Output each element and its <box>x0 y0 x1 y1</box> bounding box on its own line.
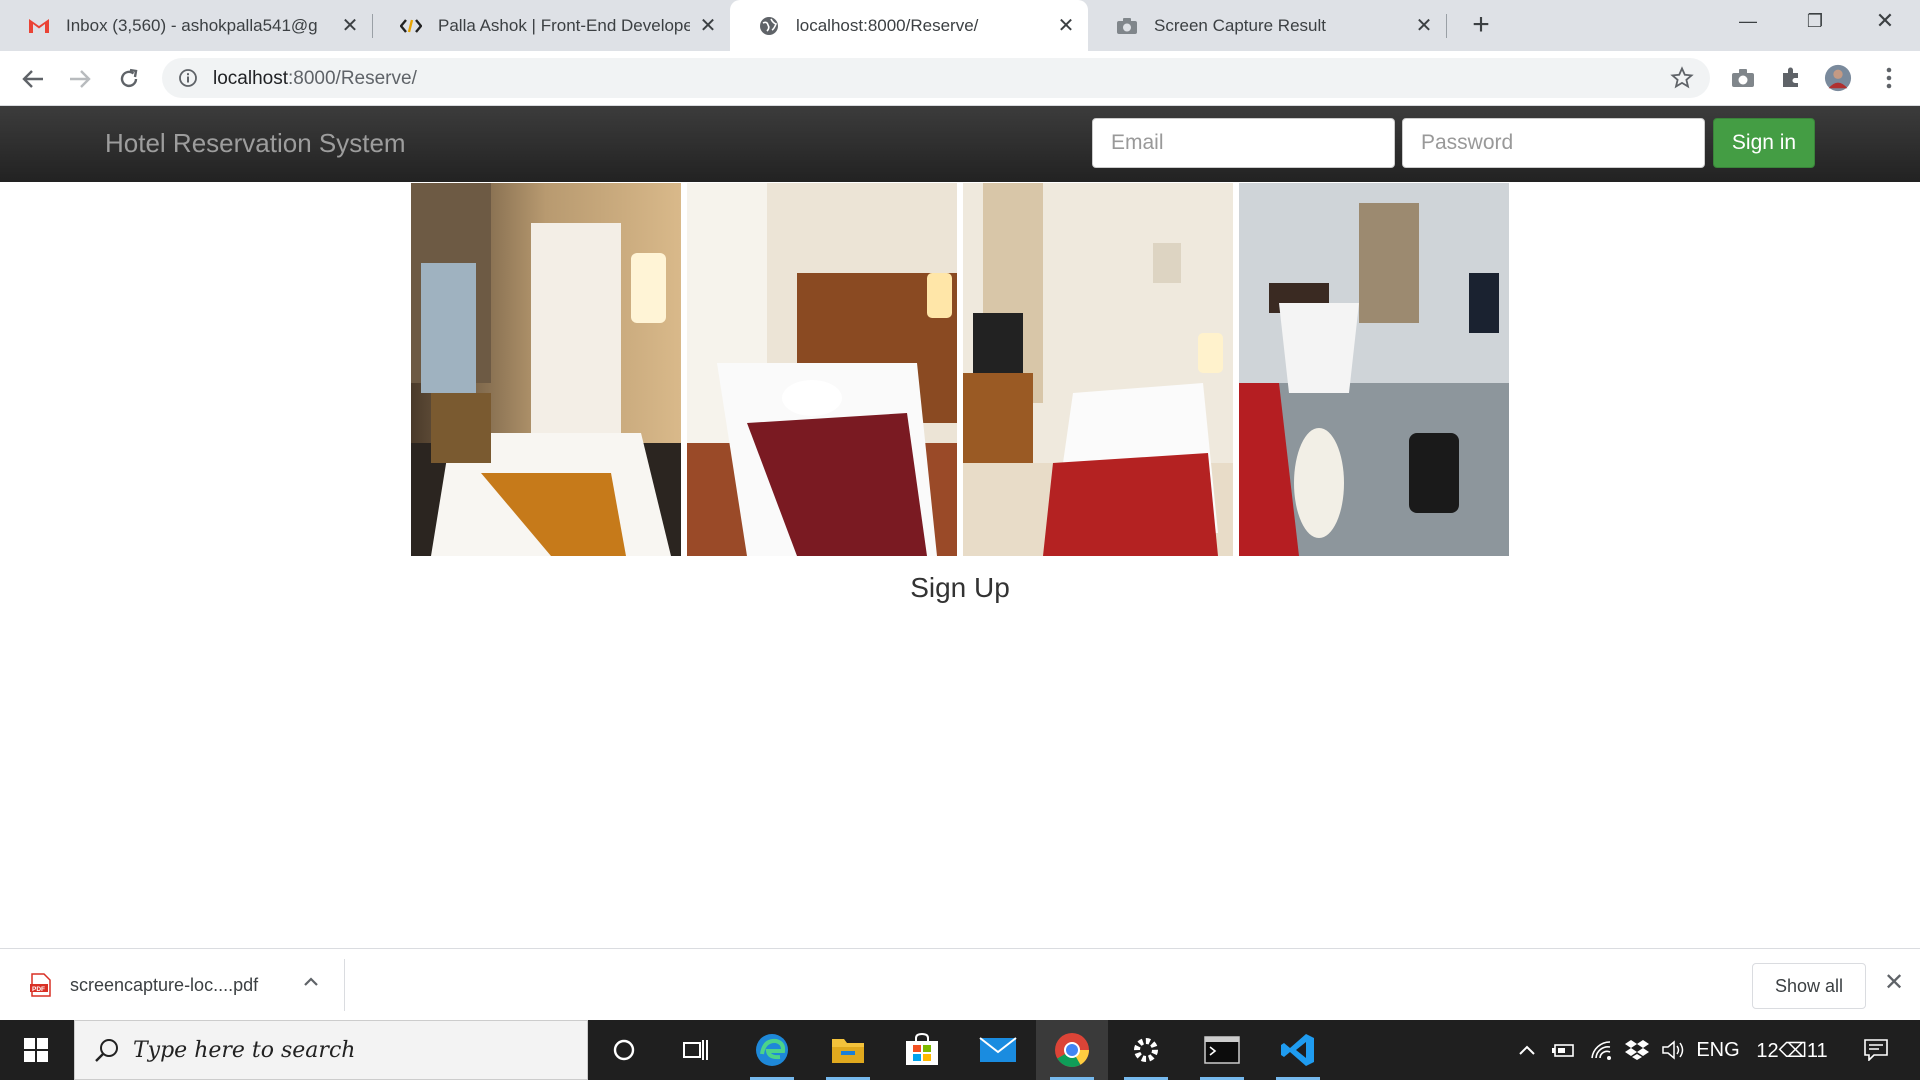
task-view-button[interactable] <box>660 1020 732 1080</box>
hotel-room-photo <box>963 183 1233 556</box>
store-icon <box>906 1033 938 1065</box>
hotel-room-photo <box>411 183 681 556</box>
taskbar-settings[interactable] <box>1110 1020 1182 1080</box>
system-clock[interactable]: 12⌫11 <box>1752 1020 1832 1080</box>
reload-icon <box>120 68 138 88</box>
download-file-name: screencapture-loc....pdf <box>70 974 259 995</box>
windows-taskbar: Type here to search ENG 12⌫11 <box>0 1020 1920 1080</box>
hotel-room-photo <box>687 183 957 556</box>
url-path: :8000/Reserve/ <box>288 68 417 89</box>
url-text[interactable]: localhost:8000/Reserve/ <box>213 68 417 90</box>
download-shelf: PDF screencapture-loc....pdf Show all ✕ <box>0 948 1920 1020</box>
reload-button[interactable] <box>113 63 145 95</box>
taskbar-vscode[interactable] <box>1262 1020 1334 1080</box>
chrome-icon <box>1055 1033 1089 1067</box>
tab-title: Inbox (3,560) - ashokpalla541@g <box>66 15 318 35</box>
sign-up-heading[interactable]: Sign Up <box>0 572 1920 604</box>
cortana-button[interactable] <box>588 1020 660 1080</box>
taskbar-edge[interactable] <box>736 1020 808 1080</box>
gmail-icon <box>28 15 50 37</box>
start-button[interactable] <box>0 1020 72 1080</box>
taskbar-mail[interactable] <box>962 1020 1034 1080</box>
windows-logo-icon <box>24 1038 48 1062</box>
vscode-icon <box>1281 1034 1314 1066</box>
language-indicator[interactable]: ENG <box>1694 1020 1742 1080</box>
email-field[interactable] <box>1092 118 1395 168</box>
folder-icon <box>832 1039 864 1063</box>
taskbar-terminal[interactable] <box>1186 1020 1258 1080</box>
notification-center-icon[interactable] <box>1856 1020 1896 1080</box>
close-icon[interactable]: ✕ <box>340 16 360 36</box>
wifi-icon[interactable] <box>1586 1020 1616 1080</box>
taskbar-store[interactable] <box>886 1020 958 1080</box>
bookmark-star-icon[interactable] <box>1670 66 1694 90</box>
browser-tab-strip: Inbox (3,560) - ashokpalla541@g ✕ Palla … <box>0 0 1920 51</box>
chevron-up-icon <box>1519 1045 1535 1055</box>
tab-reserve[interactable]: localhost:8000/Reserve/ ✕ <box>730 0 1088 51</box>
taskbar-search-box[interactable]: Type here to search <box>74 1020 588 1080</box>
chevron-up-icon[interactable] <box>300 971 322 993</box>
close-icon[interactable]: ✕ <box>1414 16 1434 36</box>
new-tab-button[interactable]: + <box>1466 10 1496 40</box>
volume-icon[interactable] <box>1658 1020 1688 1080</box>
close-icon[interactable]: ✕ <box>1056 16 1076 36</box>
site-navbar: Hotel Reservation System Sign in <box>0 106 1920 182</box>
hotel-room-photo <box>1239 183 1509 556</box>
close-window-button[interactable]: ✕ <box>1862 6 1908 36</box>
show-hidden-icons-chevron[interactable] <box>1512 1020 1542 1080</box>
gear-icon <box>1134 1038 1158 1062</box>
back-arrow-icon <box>22 70 43 88</box>
address-bar[interactable]: localhost:8000/Reserve/ <box>162 58 1710 98</box>
search-icon <box>95 1039 118 1062</box>
close-icon[interactable]: ✕ <box>698 16 718 36</box>
profile-avatar[interactable] <box>1824 64 1852 92</box>
pdf-file-icon: PDF <box>30 973 51 997</box>
dropbox-icon[interactable] <box>1622 1020 1652 1080</box>
camera-icon <box>1116 15 1138 37</box>
close-shelf-icon[interactable]: ✕ <box>1882 971 1906 995</box>
brand-title[interactable]: Hotel Reservation System <box>105 128 406 159</box>
edge-icon <box>756 1034 788 1066</box>
screenshot-extension-icon[interactable] <box>1729 64 1757 92</box>
minimize-button[interactable]: — <box>1725 6 1771 36</box>
forward-arrow-icon <box>70 70 91 88</box>
tab-title: localhost:8000/Reserve/ <box>796 15 979 35</box>
battery-icon[interactable] <box>1548 1020 1578 1080</box>
mail-icon <box>979 1037 1017 1062</box>
tab-inbox[interactable]: Inbox (3,560) - ashokpalla541@g ✕ <box>0 0 372 51</box>
info-icon[interactable] <box>178 68 198 88</box>
sign-in-button[interactable]: Sign in <box>1713 118 1815 168</box>
password-field[interactable] <box>1402 118 1705 168</box>
show-all-button[interactable]: Show all <box>1752 963 1866 1009</box>
code-icon <box>400 15 422 37</box>
taskbar-chrome[interactable] <box>1036 1020 1108 1080</box>
tab-divider <box>1446 14 1447 38</box>
terminal-icon <box>1204 1036 1240 1064</box>
back-button[interactable] <box>17 63 49 95</box>
forward-button[interactable] <box>64 63 96 95</box>
menu-kebab-icon[interactable] <box>1875 64 1903 92</box>
restore-button[interactable]: ❐ <box>1792 6 1838 36</box>
tab-screen-capture[interactable]: Screen Capture Result ✕ <box>1088 0 1446 51</box>
tab-portfolio[interactable]: Palla Ashok | Front-End Develope ✕ <box>372 0 730 51</box>
download-item[interactable]: PDF screencapture-loc....pdf <box>30 973 258 997</box>
shelf-divider <box>344 959 345 1011</box>
extensions-puzzle-icon[interactable] <box>1777 64 1805 92</box>
tab-title: Screen Capture Result <box>1154 15 1326 35</box>
tab-title: Palla Ashok | Front-End Develope <box>438 15 690 35</box>
cortana-icon <box>613 1039 635 1061</box>
task-view-icon <box>683 1040 708 1060</box>
pdf-badge-text: PDF <box>32 986 45 993</box>
globe-icon <box>758 15 780 37</box>
url-host: localhost <box>213 68 288 89</box>
search-placeholder: Type here to search <box>133 1038 356 1063</box>
taskbar-file-explorer[interactable] <box>812 1020 884 1080</box>
